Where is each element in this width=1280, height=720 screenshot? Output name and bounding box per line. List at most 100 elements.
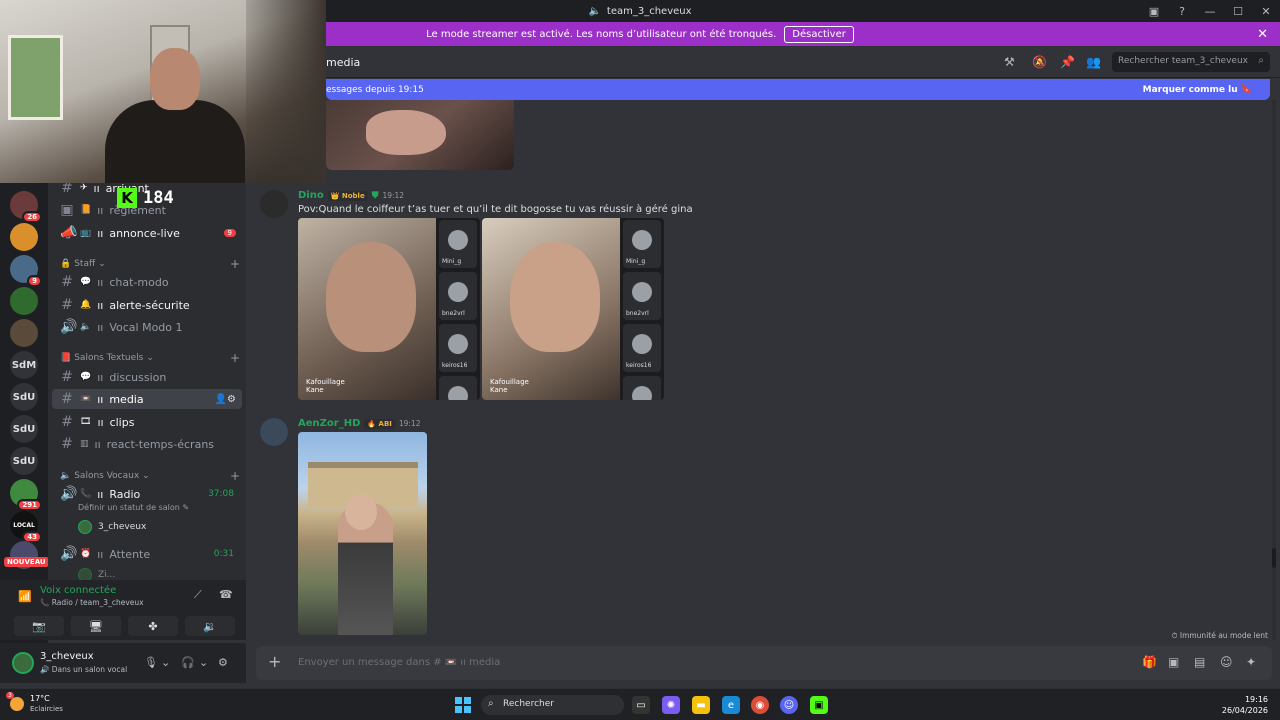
video-attachment[interactable]: Mini_g bne2vrl keiros16 Kafouillage Kane [482,218,664,400]
server-icon[interactable]: SdM [10,351,38,379]
add-channel-icon[interactable]: + [230,257,240,271]
message-input[interactable]: Envoyer un message dans # 📼 ıı media [298,657,500,668]
voice-channel-attente[interactable]: 🔊 ⏰ ıı Attente 0:31 [52,544,242,564]
message-author[interactable]: AenZor_HD 🔥 ABI 19:12 [298,418,421,429]
gif-icon[interactable]: ▣ [1168,655,1179,669]
apps-icon[interactable]: ✦ [1246,655,1256,669]
username[interactable]: 3_cheveux [40,651,94,662]
channel-annonce-live[interactable]: 📣 📺 ıı annonce-live 9 [52,223,242,243]
voice-channel-radio[interactable]: 🔊 📞 ıı Radio 37:08 [52,484,242,504]
camera-off-button[interactable]: 📷 [14,616,64,636]
scrollbar-thumb[interactable] [1272,548,1276,568]
channel-title: media [326,56,361,69]
disable-streamer-button[interactable]: Désactiver [784,25,854,43]
server-icon[interactable]: 291 [10,479,42,511]
server-icon[interactable]: 9 [10,255,42,287]
help-icon[interactable]: ? [1168,0,1196,22]
server-icon[interactable] [10,287,38,315]
pinned-icon[interactable]: 📌 [1060,55,1075,69]
channel-discussion[interactable]: # 💬 ıı discussion [52,367,242,387]
video-attachment[interactable]: Mini_g bne2vrl keiros16 Kafouillage Kane [298,218,480,400]
avatar[interactable] [260,418,288,446]
gift-icon[interactable]: 🎁 [1142,655,1157,669]
voice-status[interactable]: Voix connectée [40,585,116,596]
server-icon[interactable]: SdU [10,383,38,411]
channel-clips[interactable]: # 🎞 ıı clips [52,412,242,432]
disconnect-icon[interactable]: ☎ [219,588,233,601]
category-salons-textuels[interactable]: 📕 Salons Textuels ⌄ + [60,351,242,365]
category-salons-vocaux[interactable]: 🔈 Salons Vocaux ⌄ + [60,469,242,483]
minimize-button[interactable]: — [1196,0,1224,22]
add-attachment-icon[interactable]: + [268,652,281,671]
user-panel: 3_cheveux 🔊 Dans un salon vocal 🎙 ⌄ 🎧 ⌄ … [0,643,246,683]
kick-icon[interactable]: ▣ [810,696,828,714]
discord-icon[interactable]: ☺ [780,696,798,714]
search-icon: ⌕ [1258,55,1264,66]
channel-media[interactable]: # 📼 ıı media 👤⚙ [52,389,242,409]
channel-chat-modo[interactable]: # 💬 ıı chat-modo [52,272,242,292]
microphone-icon[interactable]: 🎙 [144,656,158,669]
maximize-button[interactable]: ☐ [1224,0,1252,22]
emoji-icon[interactable]: ☺ [1220,655,1233,669]
taskbar-search[interactable]: ⌕ Rechercher [481,695,624,715]
sticker-icon[interactable]: ▤ [1194,655,1205,669]
avatar[interactable] [260,190,288,218]
kick-logo-icon: K [117,188,137,208]
file-explorer-icon[interactable]: ▬ [692,696,710,714]
close-window-button[interactable]: ✕ [1252,0,1280,22]
server-icon[interactable]: LOCAL 43 [10,511,42,543]
message-composer[interactable]: + Envoyer un message dans # 📼 ıı media 🎁… [256,646,1272,680]
signal-icon[interactable]: 📶 [18,590,32,603]
start-button[interactable] [455,697,471,713]
add-channel-icon[interactable]: + [230,469,240,483]
previous-message-image[interactable] [326,100,514,170]
copilot-icon[interactable]: ✺ [662,696,680,714]
add-channel-icon[interactable]: + [230,351,240,365]
server-icon[interactable]: SdU [10,447,38,475]
category-staff[interactable]: 🔒 Staff ⌄ + [60,257,242,271]
notifications-muted-icon[interactable]: 🔕 [1032,55,1047,69]
channel-react-temps-ecrans[interactable]: # ▥ ıı react-temps-écrans [52,434,242,454]
server-icon[interactable]: 26 [10,191,42,223]
chrome-icon[interactable]: ◉ [751,696,769,714]
server-icon[interactable]: SdU [10,415,38,443]
noise-suppression-icon[interactable]: ⟋ [194,588,202,602]
screen-share-button[interactable]: 🖥 [71,616,121,636]
channel-settings-icon[interactable]: 👤⚙ [215,394,236,405]
new-messages-bar[interactable]: essages depuis 19:15 Marquer comme lu 🔖 [326,79,1270,100]
message-author[interactable]: Dino 👑 Noble ⛊ 19:12 [298,190,404,201]
viewer-count-overlay: K 184 [117,188,174,208]
clock[interactable]: 19:16 26/04/2026 [1222,694,1268,716]
chevron-down-icon[interactable]: ⌄ [161,656,170,669]
weather-widget[interactable]: 3 17°C Eclaircies [6,692,63,714]
window-title: 🔈 team_3_cheveux [588,5,692,17]
server-icon[interactable] [10,223,38,251]
settings-gear-icon[interactable]: ⚙ [218,656,228,669]
close-banner-icon[interactable]: ✕ [1257,27,1268,42]
member-list-icon[interactable]: 👥 [1086,55,1101,69]
badge-icon: ⛊ [371,190,379,201]
avatar [78,520,92,534]
channel-vocal-modo-1[interactable]: 🔊 🔈 ıı Vocal Modo 1 [52,317,242,337]
avatar[interactable] [12,652,34,674]
channel-alerte-securite[interactable]: # 🔔 ıı alerte-sécurite [52,295,242,315]
image-attachment[interactable] [298,432,427,635]
mark-as-read-button[interactable]: Marquer comme lu 🔖 [1143,85,1252,95]
voice-location[interactable]: 📞 Radio / team_3_cheveux [40,598,144,607]
server-icon[interactable] [10,319,38,347]
edge-icon[interactable]: e [722,696,740,714]
threads-icon[interactable]: ⚒ [1004,55,1015,69]
channel-status[interactable]: Définir un statut de salon ✎ [78,503,189,512]
search-input[interactable]: Rechercher team_3_cheveux ⌕ [1112,52,1270,72]
soundboard-button[interactable]: 🔉 [185,616,235,636]
timestamp: 19:12 [398,419,421,428]
voice-user[interactable]: 3_cheveux [78,520,146,534]
headphones-icon[interactable]: 🎧 [181,656,195,669]
inbox-icon[interactable]: ▣ [1140,0,1168,22]
voice-connected-panel: 📶 Voix connectée 📞 Radio / team_3_cheveu… [0,580,246,640]
chevron-down-icon[interactable]: ⌄ [199,656,208,669]
user-status: 🔊 Dans un salon vocal [40,665,128,674]
task-view-icon[interactable]: ▭ [632,696,650,714]
activities-button[interactable]: ✤ [128,616,178,636]
weather-icon: 3 [6,692,24,711]
